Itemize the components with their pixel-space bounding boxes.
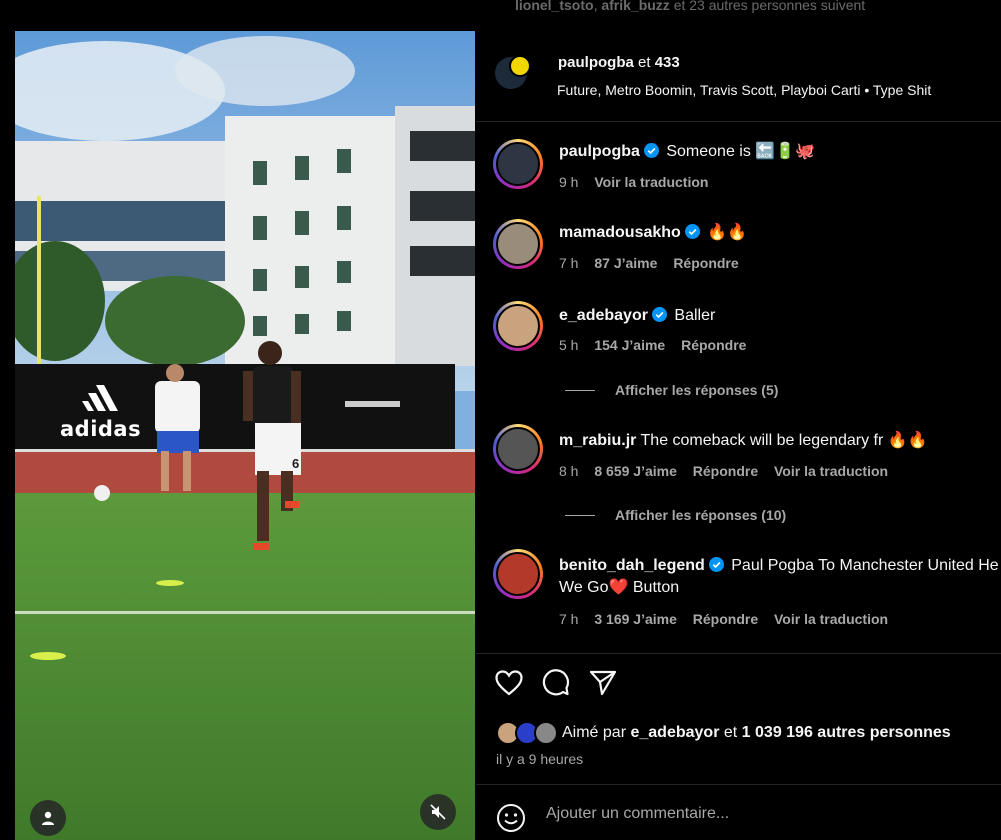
author-username[interactable]: paulpogba (558, 54, 634, 71)
comment-likes[interactable]: 154 J’aime (594, 337, 665, 353)
comment-input[interactable] (546, 805, 966, 823)
emoji-icon[interactable] (496, 803, 526, 833)
comment-text: Paul Pogba To Manchester United Here (731, 557, 999, 574)
comment-meta: 5 h 154 J’aime Répondre (559, 337, 758, 353)
coauthor-username[interactable]: 433 (655, 54, 680, 71)
show-replies-button[interactable]: Afficher les réponses (10) (565, 507, 786, 523)
show-replies-button[interactable]: Afficher les réponses (5) (565, 382, 778, 398)
adidas-stripes-icon (82, 385, 118, 411)
reply-button[interactable]: Répondre (693, 611, 758, 627)
show-replies-label: Afficher les réponses (5) (615, 382, 779, 398)
followed-rest: et 23 autres personnes suivent (673, 0, 866, 13)
mute-icon (430, 804, 446, 820)
comment-avatar[interactable] (493, 424, 543, 474)
add-comment-bar (476, 784, 1001, 840)
comment-text-line-2: We Go❤️ Button (559, 579, 680, 596)
actions-divider (476, 653, 1001, 654)
replies-dash (565, 514, 595, 516)
verified-icon (643, 143, 659, 158)
verified-icon (684, 224, 700, 239)
reply-button[interactable]: Répondre (693, 463, 758, 479)
comment-avatar[interactable] (493, 549, 543, 599)
reply-button[interactable]: Répondre (673, 255, 738, 271)
comment-likes[interactable]: 87 J’aime (594, 255, 657, 271)
comment-avatar[interactable] (493, 301, 543, 351)
share-icon (589, 670, 617, 696)
comment-text-line: e_adebayor Baller (559, 305, 999, 327)
followed-by-text: lionel_tsoto, afrik_buzz et 23 autres pe… (515, 0, 865, 13)
music-separator: • (864, 82, 870, 98)
comment-icon (542, 669, 570, 696)
comment-avatar[interactable] (493, 139, 543, 189)
show-replies-label: Afficher les réponses (10) (615, 507, 787, 523)
likes-summary: Aimé par e_adebayor et 1 039 196 autres … (496, 721, 951, 745)
comment-time[interactable]: 5 h (559, 337, 578, 353)
likes-others[interactable]: 1 039 196 autres personnes (742, 724, 951, 742)
replies-dash (565, 389, 595, 391)
music-title: Type Shit (872, 82, 932, 98)
verified-icon (708, 557, 724, 572)
likes-prefix: Aimé par (562, 724, 627, 741)
translate-link[interactable]: Voir la traduction (594, 174, 708, 190)
comment-meta: 9 h Voir la traduction (559, 174, 720, 190)
music-info[interactable]: Future, Metro Boomin, Travis Scott, Play… (557, 82, 931, 98)
music-artists: Future, Metro Boomin, Travis Scott, Play… (557, 82, 861, 98)
comment-button[interactable] (541, 668, 571, 698)
liker-avatar (534, 721, 558, 745)
coauthor-avatar[interactable] (509, 55, 531, 77)
followed-user-1[interactable]: lionel_tsoto (515, 0, 594, 13)
comment-text-line: benito_dah_legend Paul Pogba To Manchest… (559, 555, 999, 577)
comment-username[interactable]: mamadousakho (559, 224, 681, 241)
post-time[interactable]: il y a 9 heures (496, 751, 583, 767)
comment-time[interactable]: 7 h (559, 255, 578, 271)
comment-text: Someone is 🔙🔋🐙 (666, 143, 816, 160)
comment-likes[interactable]: 8 659 J’aime (594, 463, 677, 479)
reel-video[interactable]: adidas 6 (15, 31, 475, 840)
post-panel: paulpogba et 433 Future, Metro Boomin, T… (476, 31, 1001, 840)
comment-text-line: mamadousakho 🔥🔥 (559, 222, 999, 244)
action-bar (494, 668, 618, 698)
comment-time[interactable]: 8 h (559, 463, 578, 479)
comment-text-line: paulpogba Someone is 🔙🔋🐙 (559, 141, 999, 163)
translate-link[interactable]: Voir la traduction (774, 463, 888, 479)
comment-likes[interactable]: 3 169 J’aime (594, 611, 677, 627)
comment-text-line: m_rabiu.jr The comeback will be legendar… (559, 430, 999, 452)
likes-user[interactable]: e_adebayor (630, 724, 719, 742)
user-tag-icon (42, 811, 54, 825)
user-tag-button[interactable] (30, 800, 66, 836)
likers-avatars[interactable] (496, 721, 562, 745)
comment-text: 🔥🔥 (707, 224, 748, 241)
comment-meta: 8 h 8 659 J’aime Répondre Voir la traduc… (559, 463, 900, 479)
adidas-brand-text: adidas (60, 417, 142, 441)
likes-joiner: et (723, 724, 738, 741)
verified-icon (651, 307, 667, 322)
heart-icon (495, 670, 523, 696)
comment-username[interactable]: e_adebayor (559, 307, 648, 324)
comment-time[interactable]: 7 h (559, 611, 578, 627)
like-button[interactable] (494, 668, 524, 698)
comment-text: The comeback will be legendary fr 🔥🔥 (640, 432, 928, 449)
comment-meta: 7 h 87 J’aime Répondre (559, 255, 751, 271)
post-authors: paulpogba et 433 (558, 54, 680, 71)
comment-avatar[interactable] (493, 219, 543, 269)
jersey-number: 6 (292, 456, 300, 471)
share-button[interactable] (588, 668, 618, 698)
comment-meta: 7 h 3 169 J’aime Répondre Voir la traduc… (559, 611, 900, 627)
comment-time[interactable]: 9 h (559, 174, 578, 190)
comment-username[interactable]: m_rabiu.jr (559, 432, 636, 449)
comment-username[interactable]: benito_dah_legend (559, 557, 705, 574)
comment-username[interactable]: paulpogba (559, 143, 640, 160)
authors-joiner: et (638, 54, 651, 71)
post-header: paulpogba et 433 Future, Metro Boomin, T… (476, 31, 1001, 122)
adidas-logo: adidas (60, 381, 150, 441)
mute-button[interactable] (420, 794, 456, 830)
comment-text: Baller (674, 307, 716, 324)
translate-link[interactable]: Voir la traduction (774, 611, 888, 627)
reply-button[interactable]: Répondre (681, 337, 746, 353)
followed-user-2[interactable]: afrik_buzz (601, 0, 669, 13)
